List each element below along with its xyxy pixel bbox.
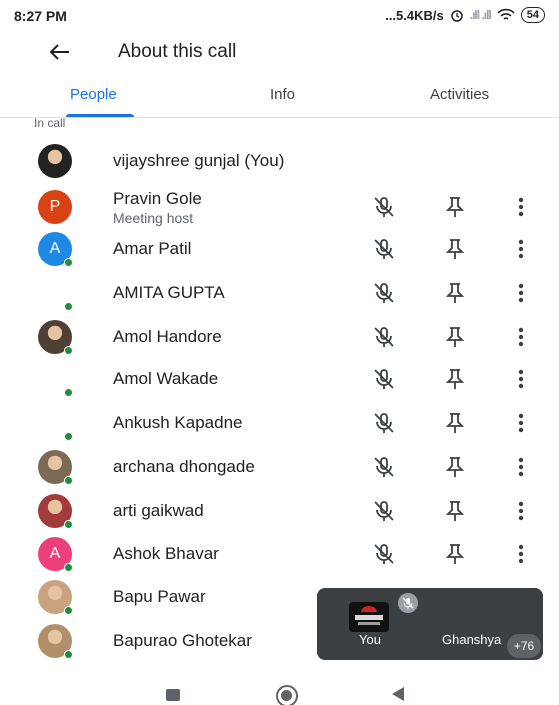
tab-bar: People Info Activities	[0, 80, 559, 118]
mic-off-icon[interactable]	[371, 324, 397, 350]
avatar	[38, 144, 72, 178]
online-status-dot	[64, 606, 73, 615]
online-status-dot	[64, 302, 73, 311]
more-vert-icon[interactable]	[511, 541, 531, 567]
online-status-dot	[64, 258, 73, 267]
online-status-dot	[64, 563, 73, 572]
system-nav-bar	[0, 673, 559, 705]
participant-name: archana dhongade	[113, 457, 255, 476]
mic-off-icon[interactable]	[371, 280, 397, 306]
participant-name: Amol Handore	[113, 327, 222, 346]
participant-row[interactable]: arti gaikwad	[0, 490, 559, 534]
online-status-dot	[64, 346, 73, 355]
network-speed: ...5.4KB/s	[385, 7, 444, 23]
pin-icon[interactable]	[443, 454, 467, 480]
more-vert-icon[interactable]	[511, 280, 531, 306]
online-status-dot	[64, 520, 73, 529]
pin-icon[interactable]	[443, 366, 467, 392]
pin-icon[interactable]	[443, 280, 467, 306]
participant-name: vijayshree gunjal (You)	[113, 151, 285, 170]
pip-self-label: You	[359, 632, 381, 647]
pin-icon[interactable]	[443, 541, 467, 567]
participant-row[interactable]: AMITA GUPTA	[0, 272, 559, 316]
more-vert-icon[interactable]	[511, 366, 531, 392]
more-vert-icon[interactable]	[511, 194, 531, 220]
back-arrow-icon[interactable]	[44, 38, 74, 66]
pip-avatar	[349, 602, 389, 632]
participant-name: Bapurao Ghotekar	[113, 631, 252, 650]
more-vert-icon[interactable]	[511, 324, 531, 350]
avatar-letter: P	[49, 198, 61, 215]
self-preview-tile[interactable]: You Ghanshyam +76	[317, 588, 543, 660]
mic-off-icon[interactable]	[371, 541, 397, 567]
pin-icon[interactable]	[443, 324, 467, 350]
mic-off-icon[interactable]	[371, 498, 397, 524]
online-status-dot	[64, 388, 73, 397]
avatar-letter: A	[49, 240, 61, 257]
more-vert-icon[interactable]	[511, 498, 531, 524]
avatar-letter: A	[49, 545, 61, 562]
participant-row[interactable]: A Ashok Bhavar	[0, 533, 559, 577]
participant-row[interactable]: Amol Handore	[0, 316, 559, 360]
pin-icon[interactable]	[443, 194, 467, 220]
pin-icon[interactable]	[443, 410, 467, 436]
participant-row[interactable]: P Pravin Gole Meeting host	[0, 186, 559, 230]
back-triangle-icon[interactable]	[392, 687, 404, 701]
alarm-icon	[450, 10, 463, 22]
home-circle-icon[interactable]	[276, 685, 298, 705]
tab-activities[interactable]: Activities	[430, 86, 489, 103]
participant-name: arti gaikwad	[113, 501, 204, 520]
app-bar: About this call	[0, 32, 559, 72]
square-icon[interactable]	[166, 689, 180, 701]
status-time: 8:27 PM	[14, 8, 67, 24]
participant-row[interactable]: archana dhongade	[0, 446, 559, 490]
tab-people[interactable]: People	[70, 86, 117, 103]
participant-row[interactable]: Amol Wakade	[0, 358, 559, 402]
mic-off-icon[interactable]	[371, 194, 397, 220]
participant-name: AMITA GUPTA	[113, 283, 225, 302]
pip-other-label: Ghanshyam	[442, 632, 502, 647]
participant-name: Pravin Gole	[113, 189, 202, 208]
participant-name: Amar Patil	[113, 239, 192, 258]
participant-name: Amol Wakade	[113, 369, 219, 388]
pip-mic-off-icon	[398, 593, 418, 613]
mic-off-icon[interactable]	[371, 410, 397, 436]
mic-off-icon[interactable]	[371, 454, 397, 480]
participant-row[interactable]: vijayshree gunjal (You)	[0, 140, 559, 184]
online-status-dot	[64, 650, 73, 659]
more-vert-icon[interactable]	[511, 236, 531, 262]
participant-name: Ankush Kapadne	[113, 413, 243, 432]
avatar: P	[38, 190, 72, 224]
participant-role: Meeting host	[113, 210, 194, 226]
status-icons: ...5.4KB/s .ıll .ıll 54	[385, 7, 545, 23]
wifi-icon	[497, 8, 515, 20]
more-vert-icon[interactable]	[511, 454, 531, 480]
tab-indicator	[66, 114, 134, 117]
online-status-dot	[64, 432, 73, 441]
participant-row[interactable]: A Amar Patil	[0, 228, 559, 272]
mic-off-icon[interactable]	[371, 236, 397, 262]
online-status-dot	[64, 476, 73, 485]
battery-icon: 54	[520, 7, 545, 23]
participant-name: Ashok Bhavar	[113, 544, 219, 563]
pip-more-count[interactable]: +76	[507, 634, 541, 658]
more-vert-icon[interactable]	[511, 410, 531, 436]
pin-icon[interactable]	[443, 236, 467, 262]
pin-icon[interactable]	[443, 498, 467, 524]
page-title: About this call	[118, 41, 237, 62]
mic-off-icon[interactable]	[371, 366, 397, 392]
status-bar: 8:27 PM ...5.4KB/s .ıll .ıll 54	[0, 0, 559, 32]
participant-row[interactable]: Ankush Kapadne	[0, 402, 559, 446]
participant-name: Bapu Pawar	[113, 587, 206, 606]
section-label-in-call: In call	[34, 116, 66, 130]
signal-icon: .ıll .ıll	[469, 8, 492, 22]
tab-info[interactable]: Info	[270, 86, 295, 103]
